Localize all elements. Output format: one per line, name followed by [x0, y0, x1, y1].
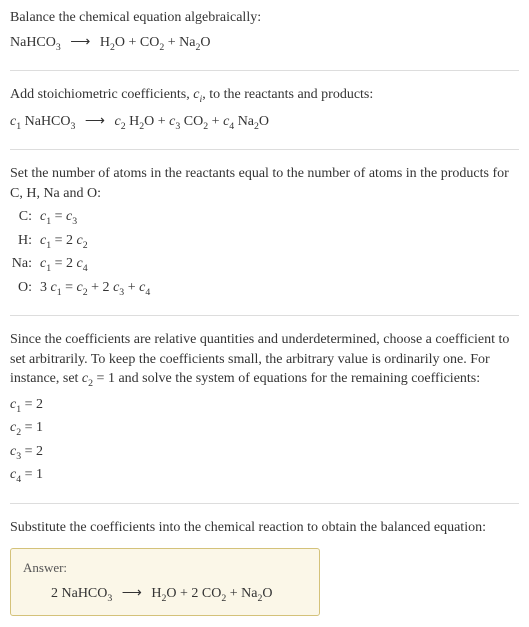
coeff-list: c1 = 2 c2 = 1 c3 = 2 c4 = 1 — [10, 395, 519, 487]
coeff-equation: c1 NaHCO3 ⟶ c2 H2O + c3 CO2 + c4 Na2O — [10, 111, 519, 134]
section-atom-balance: Set the number of atoms in the reactants… — [10, 164, 519, 316]
table-row: O: 3 c1 = c2 + 2 c3 + c4 — [10, 278, 519, 300]
eq-lhs: NaHCO3 — [10, 35, 61, 50]
intro-title: Balance the chemical equation algebraica… — [10, 8, 519, 28]
row-eq: c1 = 2 c4 — [40, 254, 88, 276]
list-item: c1 = 2 — [10, 395, 519, 417]
list-item: c3 = 2 — [10, 442, 519, 464]
row-label: H: — [10, 231, 40, 251]
unbalanced-equation: NaHCO3 ⟶ H2O + CO2 + Na2O — [10, 32, 519, 55]
row-eq: c1 = c3 — [40, 207, 77, 229]
arrow-icon: ⟶ — [70, 32, 90, 52]
list-item: c4 = 1 — [10, 465, 519, 487]
row-label: O: — [10, 278, 40, 298]
row-label: C: — [10, 207, 40, 227]
coeff-title: Add stoichiometric coefficients, ci, to … — [10, 85, 519, 107]
row-eq: 3 c1 = c2 + 2 c3 + c4 — [40, 278, 150, 300]
eq-rhs: H2O + CO2 + Na2O — [100, 35, 211, 50]
arrow-icon: ⟶ — [122, 583, 142, 603]
answer-label: Answer: — [23, 559, 307, 577]
solve-title: Since the coefficients are relative quan… — [10, 330, 519, 391]
table-row: Na: c1 = 2 c4 — [10, 254, 519, 276]
list-item: c2 = 1 — [10, 418, 519, 440]
answer-box: Answer: 2 NaHCO3 ⟶ H2O + 2 CO2 + Na2O — [10, 548, 320, 617]
section-solve: Since the coefficients are relative quan… — [10, 330, 519, 504]
section-coefficients: Add stoichiometric coefficients, ci, to … — [10, 85, 519, 150]
row-eq: c1 = 2 c2 — [40, 231, 88, 253]
balanced-equation: 2 NaHCO3 ⟶ H2O + 2 CO2 + Na2O — [23, 583, 307, 606]
table-row: C: c1 = c3 — [10, 207, 519, 229]
balance-title: Set the number of atoms in the reactants… — [10, 164, 519, 203]
arrow-icon: ⟶ — [85, 111, 105, 131]
table-row: H: c1 = 2 c2 — [10, 231, 519, 253]
balance-table: C: c1 = c3 H: c1 = 2 c2 Na: c1 = 2 c4 O:… — [10, 207, 519, 299]
section-intro: Balance the chemical equation algebraica… — [10, 8, 519, 71]
section-answer: Substitute the coefficients into the che… — [10, 518, 519, 616]
substitute-title: Substitute the coefficients into the che… — [10, 518, 519, 538]
row-label: Na: — [10, 254, 40, 274]
